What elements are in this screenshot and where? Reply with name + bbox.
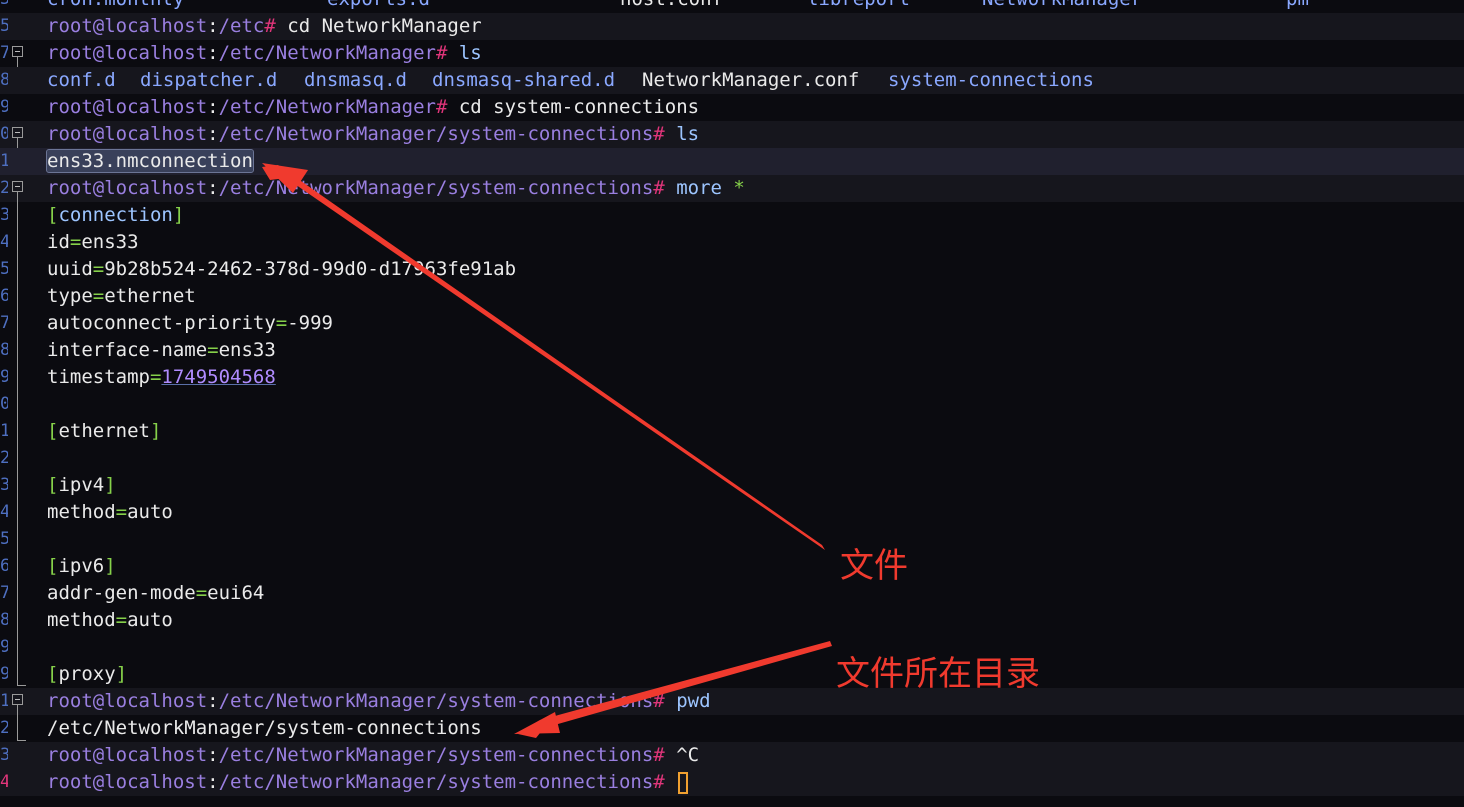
terminal-window[interactable]: 5 cron.monthly exports.d host.conf libre… (0, 0, 1464, 807)
annotation-arrow-to-dir (518, 641, 832, 738)
annotation-dir-label: 文件所在目录 (836, 654, 1040, 694)
annotation-arrow-to-file (262, 165, 825, 550)
annotation-arrows (262, 163, 832, 738)
annotation-file-label: 文件 (840, 546, 908, 586)
annotation-arrow-head-dir (514, 712, 560, 734)
